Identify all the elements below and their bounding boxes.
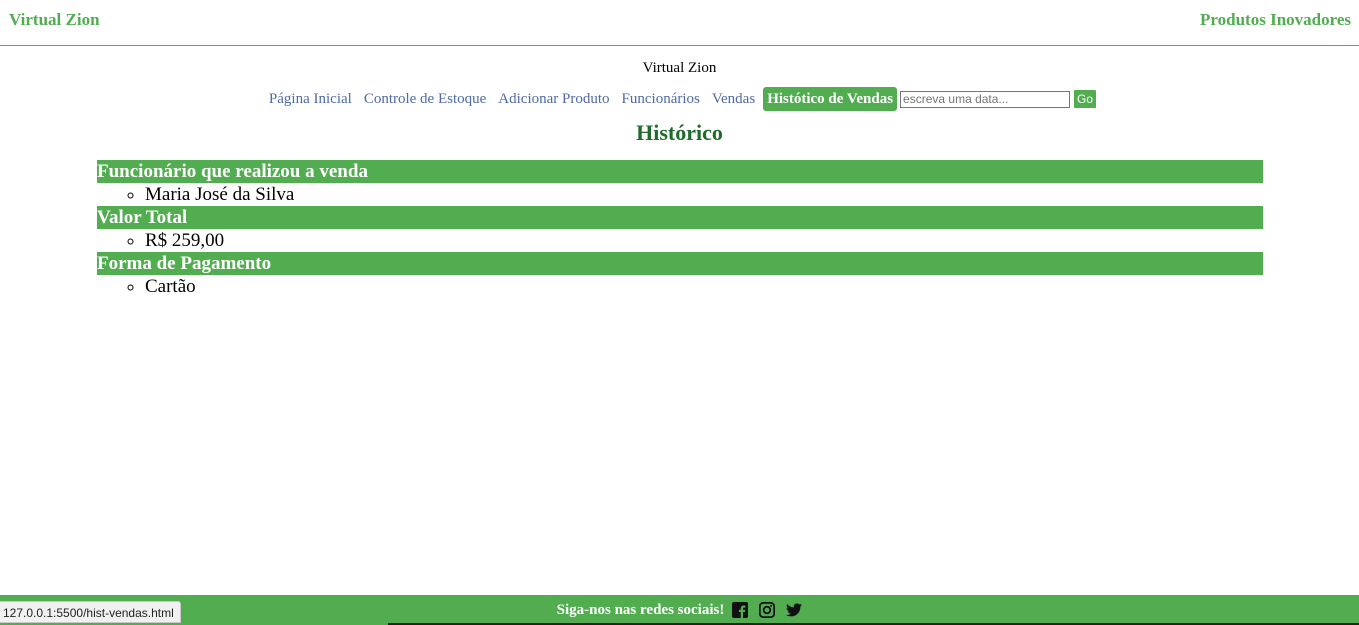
browser-status-url: 127.0.0.1:5500/hist-vendas.html xyxy=(0,601,181,623)
employee-list: Maria José da Silva xyxy=(97,183,1263,206)
footer-text: Siga-nos nas redes sociais! xyxy=(556,601,725,618)
brand-logo-text[interactable]: Virtual Zion xyxy=(9,10,100,30)
footer: Siga-nos nas redes sociais! xyxy=(0,595,1359,625)
section-heading-total: Valor Total xyxy=(97,206,1263,229)
page-title: Histórico xyxy=(636,120,723,145)
nav-link-sales[interactable]: Vendas xyxy=(706,87,761,111)
list-item-employee: Maria José da Silva xyxy=(145,183,1263,206)
nav-link-sales-history[interactable]: Histótico de Vendas xyxy=(763,87,898,111)
date-search-input[interactable] xyxy=(900,90,1071,108)
sale-history-details: Funcionário que realizou a venda Maria J… xyxy=(97,160,1263,298)
site-name: Virtual Zion xyxy=(642,60,717,76)
nav-link-stock-control[interactable]: Controle de Estoque xyxy=(358,87,492,111)
list-item-payment: Cartão xyxy=(145,275,1263,298)
payment-list: Cartão xyxy=(97,275,1263,298)
nav-link-add-product[interactable]: Adicionar Produto xyxy=(492,87,615,111)
brand-tagline: Produtos Inovadores xyxy=(1200,10,1351,29)
top-header: Virtual Zion Produtos Inovadores xyxy=(0,0,1359,46)
total-list: R$ 259,00 xyxy=(97,229,1263,252)
nav-link-employees[interactable]: Funcionários xyxy=(616,87,706,111)
twitter-icon[interactable] xyxy=(786,603,803,617)
section-heading-payment: Forma de Pagamento xyxy=(97,252,1263,275)
nav-link-home[interactable]: Página Inicial xyxy=(263,87,358,111)
instagram-icon[interactable] xyxy=(759,602,776,618)
section-heading-employee: Funcionário que realizou a venda xyxy=(97,160,1263,183)
list-item-total: R$ 259,00 xyxy=(145,229,1263,252)
facebook-icon[interactable] xyxy=(732,602,749,618)
social-links xyxy=(732,602,803,618)
go-button[interactable]: Go xyxy=(1074,90,1097,108)
main-nav: Página Inicial Controle de Estoque Adici… xyxy=(0,87,1359,111)
